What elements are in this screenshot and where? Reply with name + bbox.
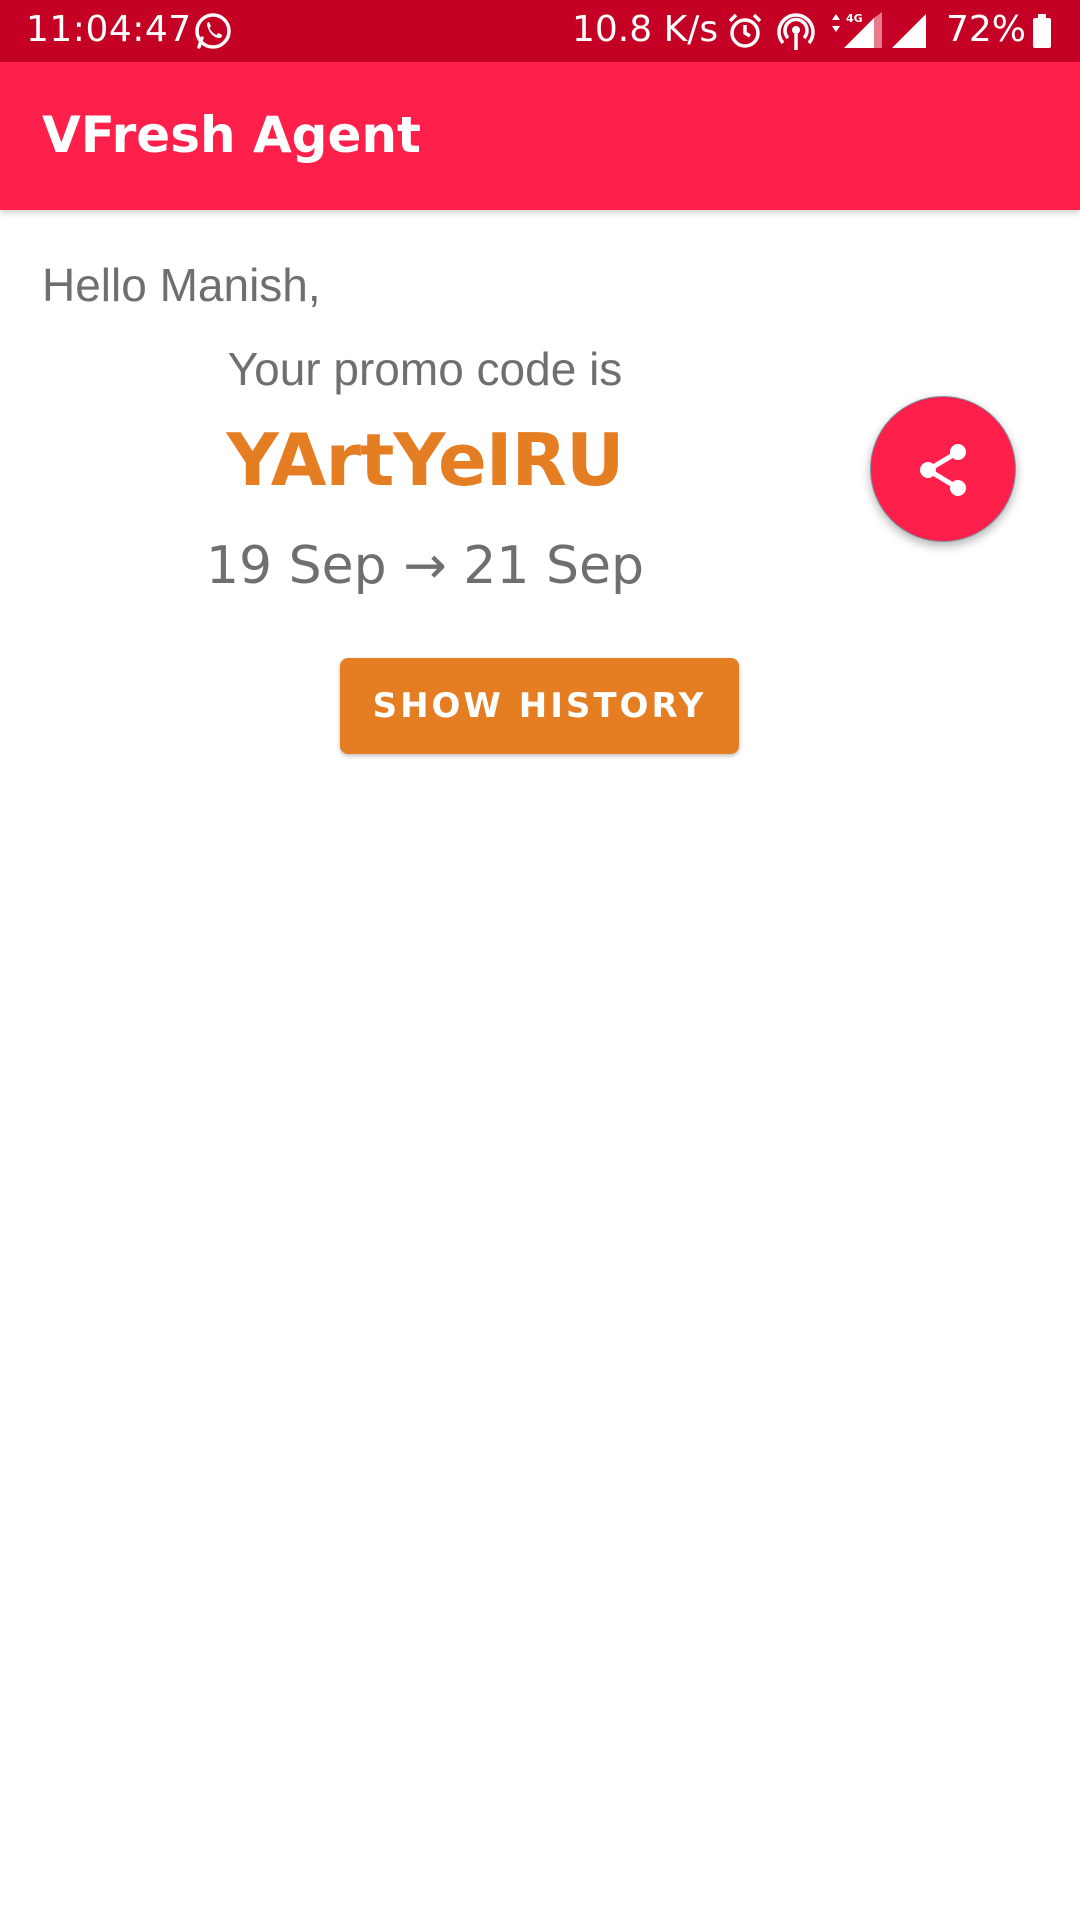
battery-icon <box>1033 14 1051 48</box>
battery-percent: 72% <box>946 9 1027 50</box>
signal-4g-icon: 4G <box>832 12 882 48</box>
alarm-icon <box>728 13 762 48</box>
whatsapp-icon <box>195 13 231 49</box>
promo-date-range: 19 Sep → 21 Sep <box>205 536 645 596</box>
greeting-text: Hello Manish, <box>42 259 321 311</box>
app-bar: VFresh Agent <box>0 62 1080 210</box>
svg-text:4G: 4G <box>846 12 863 25</box>
promo-code-label: Your promo code is <box>227 343 623 395</box>
status-bar: 11:04:47 10.8 K/s 4G 72% <box>0 0 1080 62</box>
show-history-button[interactable]: SHOW HISTORY <box>340 658 739 754</box>
status-time: 11:04:47 <box>26 9 192 50</box>
app-title: VFresh Agent <box>42 106 421 164</box>
network-speed: 10.8 K/s <box>572 9 719 50</box>
share-icon <box>920 444 966 496</box>
hotspot-icon <box>777 13 815 50</box>
share-button[interactable] <box>870 396 1016 542</box>
signal-icon <box>892 14 926 48</box>
promo-code: YArtYeIRU <box>226 418 625 502</box>
